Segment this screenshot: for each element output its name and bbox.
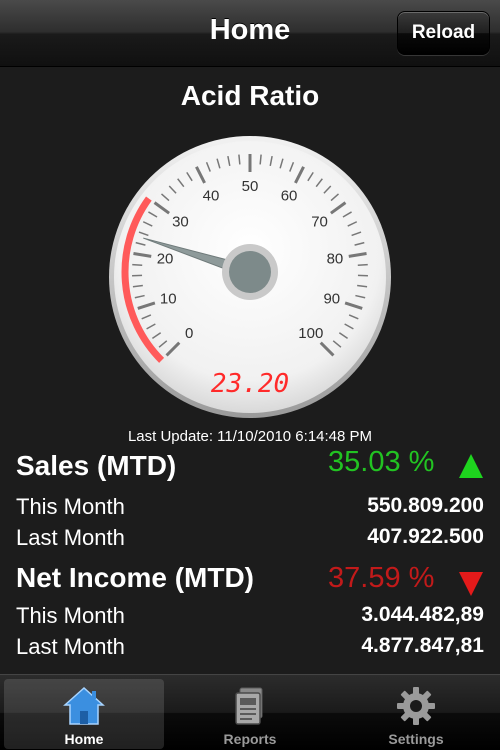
sales-header: Sales (MTD) 35.03 % bbox=[16, 446, 484, 490]
tab-reports[interactable]: Reports bbox=[170, 679, 330, 749]
sales-this-month-row: This Month 550.809.200 bbox=[16, 494, 484, 522]
gauge-tick-label: 20 bbox=[157, 251, 174, 268]
sales-last-month-value: 407.922.500 bbox=[367, 525, 484, 548]
net-income-label: Net Income (MTD) bbox=[16, 562, 254, 593]
tab-reports-label: Reports bbox=[223, 731, 277, 747]
gauge-minor-tick bbox=[238, 154, 241, 165]
reload-button[interactable]: Reload bbox=[397, 11, 490, 55]
gauge-minor-tick bbox=[132, 263, 143, 266]
gauge-tick-label: 0 bbox=[185, 325, 193, 342]
net-income-percent: 37.59 % bbox=[328, 562, 435, 594]
gauge-tick-label: 40 bbox=[203, 187, 220, 204]
tab-home[interactable]: Home bbox=[4, 679, 164, 749]
sales-last-month-label: Last Month bbox=[16, 525, 125, 550]
sales-last-month-row: Last Month 407.922.500 bbox=[16, 525, 484, 553]
home-icon bbox=[63, 686, 105, 725]
net-income-this-month-label: This Month bbox=[16, 603, 125, 628]
tab-settings-label: Settings bbox=[388, 731, 444, 747]
gear-icon bbox=[397, 687, 435, 725]
gauge-minor-tick bbox=[357, 263, 368, 266]
sales-label: Sales (MTD) bbox=[16, 450, 177, 481]
gauge-tick-label: 90 bbox=[323, 291, 340, 308]
net-income-last-month-label: Last Month bbox=[16, 634, 125, 659]
net-income-this-month-row: This Month 3.044.482,89 bbox=[16, 603, 484, 631]
gauge-tick-label: 80 bbox=[327, 251, 344, 268]
net-income-last-month-value: 4.877.847,81 bbox=[361, 634, 484, 657]
gauge-minor-tick bbox=[259, 154, 262, 165]
trend-down-icon bbox=[459, 572, 483, 596]
acid-ratio-gauge: 0 10 20 30 40 50 60 70 80 90100 23.20 bbox=[109, 136, 391, 418]
sales-percent: 35.03 % bbox=[328, 446, 435, 478]
sales-this-month-label: This Month bbox=[16, 494, 125, 519]
navigation-bar: Home Reload bbox=[0, 0, 500, 67]
gauge-title: Acid Ratio bbox=[180, 80, 320, 111]
tab-home-label: Home bbox=[64, 731, 104, 747]
tab-bar: Home Reports Settings bbox=[0, 674, 500, 750]
gauge-value-readout: 23.20 bbox=[211, 369, 289, 399]
net-income-last-month-row: Last Month 4.877.847,81 bbox=[16, 634, 484, 662]
gauge-tick-label: 70 bbox=[311, 213, 328, 230]
net-income-header: Net Income (MTD) 37.59 % bbox=[16, 562, 484, 602]
gauge-tick-label: 50 bbox=[242, 178, 259, 195]
gauge-tick-label: 100 bbox=[298, 325, 323, 342]
sales-this-month-value: 550.809.200 bbox=[367, 494, 484, 517]
reports-icon bbox=[235, 687, 263, 725]
gauge-hub bbox=[229, 251, 271, 293]
gauge-tick-label: 10 bbox=[160, 291, 177, 308]
gauge-tick-label: 30 bbox=[172, 213, 189, 230]
last-update-text: Last Update: 11/10/2010 6:14:48 PM bbox=[127, 428, 373, 445]
tab-settings[interactable]: Settings bbox=[336, 679, 496, 749]
trend-up-icon bbox=[459, 454, 483, 478]
net-income-this-month-value: 3.044.482,89 bbox=[361, 603, 484, 626]
gauge-tick-label: 60 bbox=[281, 187, 298, 204]
